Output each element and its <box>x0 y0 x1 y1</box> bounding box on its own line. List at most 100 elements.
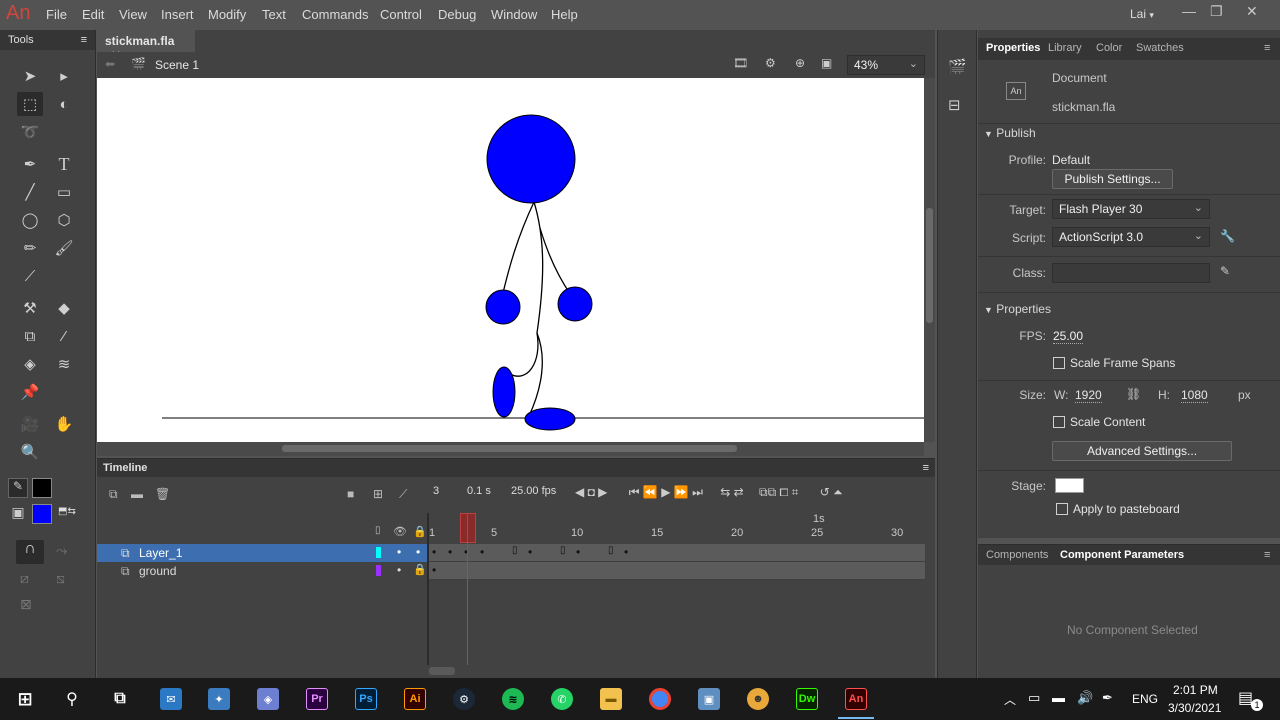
clip-stage-icon[interactable]: ▣ <box>821 56 832 70</box>
keyframe[interactable]: • <box>448 545 452 559</box>
prev-keyframe-icon[interactable]: ◀ <box>575 485 584 499</box>
camera-tool-icon[interactable]: 🎥 <box>17 412 43 436</box>
layer-row-ground[interactable]: ⧉ ground • 🔒 <box>97 562 427 580</box>
tab-properties[interactable]: Properties <box>986 42 1040 54</box>
fps-value[interactable]: 25.00 <box>1053 329 1084 344</box>
eyedropper-tool-icon[interactable]: ⁄ <box>51 324 77 348</box>
spotify-icon[interactable]: ≋ <box>502 688 524 710</box>
undo-icon[interactable]: ↺ <box>820 485 830 499</box>
delete-layer-icon[interactable]: 🗑 <box>155 487 170 501</box>
menu-insert[interactable]: Insert <box>161 7 194 22</box>
apply-pasteboard-checkbox[interactable] <box>1056 503 1068 515</box>
illustrator-icon[interactable]: Ai <box>404 688 426 710</box>
pen-icon[interactable]: ✒ <box>1102 690 1113 706</box>
advanced-settings-button[interactable]: Advanced Settings... <box>1052 441 1232 461</box>
menu-window[interactable]: Window <box>491 7 537 22</box>
rotate-skew-icon[interactable]: ⧅ <box>56 570 65 587</box>
line-tool-icon[interactable]: ╱ <box>17 180 43 204</box>
pin-tool-icon[interactable]: 📌 <box>17 380 43 404</box>
whatsapp-icon[interactable]: ✆ <box>551 688 573 710</box>
selection-tool-icon[interactable]: ➤ <box>17 64 43 88</box>
keyframe[interactable]: • <box>576 545 580 559</box>
3d-rotation-tool-icon[interactable]: ◐ <box>51 92 77 116</box>
battery-icon[interactable]: ▬ <box>1052 690 1065 705</box>
snap-magnet-icon[interactable]: ∩ <box>16 540 44 564</box>
keyframe[interactable]: • <box>432 563 436 577</box>
layer-color-swatch[interactable] <box>376 547 381 558</box>
menu-debug[interactable]: Debug <box>438 7 476 22</box>
chevron-up-icon[interactable]: ︿ <box>1004 691 1016 708</box>
panel-menu-icon[interactable]: ≡ <box>1264 42 1270 54</box>
properties-section-toggle[interactable]: ▼ Properties <box>984 302 1051 316</box>
menu-view[interactable]: View <box>119 7 147 22</box>
frame-end[interactable]: ▯ <box>560 545 566 556</box>
keyframe[interactable]: • <box>528 545 532 559</box>
loop-icon[interactable]: ⇆ <box>720 485 730 499</box>
visibility-dot[interactable]: • <box>397 545 401 559</box>
align-panel-icon[interactable]: ⊟ <box>948 96 961 114</box>
photoshop-icon[interactable]: Ps <box>355 688 377 710</box>
target-dropdown[interactable]: Flash Player 30 ⌄ <box>1052 199 1210 219</box>
onion-skin-icon[interactable]: ⧉⧉ <box>759 485 776 499</box>
hscroll-thumb[interactable] <box>282 445 737 452</box>
clock-time[interactable]: 2:01 PM <box>1173 683 1218 697</box>
brush-tool-icon[interactable]: ⟋ <box>17 264 43 288</box>
pen-tool-icon[interactable]: ✒ <box>17 152 43 176</box>
insert-keyframe-icon[interactable]: ◘ <box>588 485 595 499</box>
lock-icon[interactable]: 🔒 <box>413 525 427 538</box>
zoom-dropdown[interactable]: 43% ⌄ <box>847 55 925 75</box>
graph-icon[interactable]: ⟋ <box>399 487 407 502</box>
collapse-icon[interactable]: ⏶ <box>833 485 843 499</box>
network-icon[interactable]: ▭ <box>1028 690 1040 706</box>
first-frame-icon[interactable]: ⏮ <box>629 485 640 499</box>
document-tab[interactable]: stickman.fla ✕ <box>97 30 195 62</box>
camera-layer-icon[interactable]: ■ <box>347 487 354 501</box>
parent-view-icon[interactable]: ⊞ <box>373 487 383 501</box>
timeline-hscroll-thumb[interactable] <box>429 667 455 675</box>
menu-commands[interactable]: Commands <box>302 7 368 22</box>
next-keyframe-icon[interactable]: ▶ <box>598 485 607 499</box>
chrome-icon[interactable] <box>649 688 671 710</box>
height-value[interactable]: 1080 <box>1181 388 1208 403</box>
remote-desktop-icon[interactable]: ▣ <box>698 688 720 710</box>
lock-dot[interactable]: • <box>416 545 420 559</box>
tab-component-parameters[interactable]: Component Parameters <box>1060 549 1184 561</box>
frame-ruler[interactable]: 1 5 10 15 20 25 30 1s <box>429 513 925 543</box>
taskbar-app-1-icon[interactable]: ✉ <box>160 688 182 710</box>
steam-icon[interactable]: ⚙ <box>453 688 475 710</box>
width-tool-icon[interactable]: ≋ <box>51 352 77 376</box>
text-tool-icon[interactable]: T <box>51 152 77 176</box>
volume-icon[interactable]: 🔊 <box>1077 690 1093 706</box>
scale-frame-spans-checkbox[interactable] <box>1053 357 1065 369</box>
tab-color[interactable]: Color <box>1096 42 1122 54</box>
publish-section-toggle[interactable]: ▼ Publish <box>984 126 1036 140</box>
stage-hscrollbar[interactable] <box>97 442 924 456</box>
mascot-app-icon[interactable]: ☻ <box>747 688 769 710</box>
task-view-icon[interactable]: ⧉ <box>109 688 131 710</box>
restore-icon[interactable]: ❐ <box>1210 3 1223 20</box>
asset-warp-tool-icon[interactable]: ⧉ <box>17 324 43 348</box>
oval-tool-icon[interactable]: ◯ <box>17 208 43 232</box>
stroke-color-swatch[interactable] <box>32 478 52 498</box>
subselection-tool-icon[interactable]: ▸ <box>51 64 77 88</box>
tab-swatches[interactable]: Swatches <box>1136 42 1184 54</box>
edit-multiple-icon[interactable]: ⧠ <box>780 485 789 499</box>
tab-components[interactable]: Components <box>986 549 1048 561</box>
taskbar-app-3-icon[interactable]: ◈ <box>257 688 279 710</box>
menu-modify[interactable]: Modify <box>208 7 246 22</box>
width-value[interactable]: 1920 <box>1075 388 1102 403</box>
hand-tool-icon[interactable]: ✋ <box>51 412 77 436</box>
script-dropdown[interactable]: ActionScript 3.0 ⌄ <box>1052 227 1210 247</box>
vscroll-thumb[interactable] <box>926 208 933 323</box>
visibility-dot[interactable]: • <box>397 563 401 577</box>
publish-settings-button[interactable]: Publish Settings... <box>1052 169 1173 189</box>
layer-row-layer1[interactable]: ⧉ Layer_1 • • <box>97 544 427 562</box>
tab-library[interactable]: Library <box>1048 42 1082 54</box>
menu-edit[interactable]: Edit <box>82 7 104 22</box>
frame-end[interactable]: ▯ <box>512 545 518 556</box>
search-icon[interactable]: ⚲ <box>61 688 83 710</box>
step-back-icon[interactable]: ⏪ <box>643 485 658 499</box>
new-layer-icon[interactable]: ⧉ <box>109 487 118 502</box>
clapper-panel-icon[interactable]: 🎬 <box>948 58 967 76</box>
step-forward-icon[interactable]: ⏩ <box>674 485 689 499</box>
